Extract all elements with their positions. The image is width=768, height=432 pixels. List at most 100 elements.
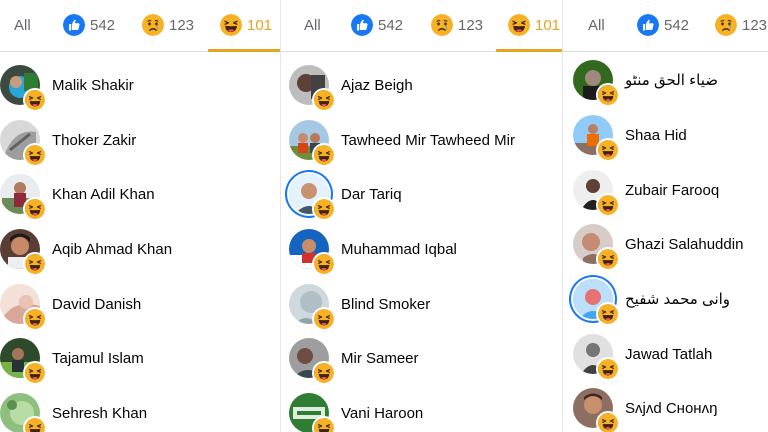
reactor-name[interactable]: Jawad Tatlah [625,346,712,363]
haha-reaction-icon [598,195,618,215]
reactor-row[interactable]: Ghazi Salahuddin [563,217,768,271]
sad-reaction-icon [431,14,453,36]
reactor-row[interactable]: Muhammad Iqbal [281,222,562,276]
reactions-panel-1: All 542 123 101 Malik Shakir Thoker Zaki… [0,0,280,432]
active-tab-indicator [208,49,280,52]
haha-reaction-icon [25,418,45,432]
haha-reaction-icon [25,363,45,383]
haha-reaction-icon [314,309,334,329]
haha-reaction-icon [598,140,618,160]
tab-haha[interactable]: 101 [496,0,562,52]
reactor-name[interactable]: Ajaz Beigh [341,77,413,94]
reactor-name[interactable]: Khan Adil Khan [52,186,155,203]
reactions-panel-3: All 542 123 ضیاء الحق منٹو Shaa Hid Zuba… [562,0,768,432]
reactor-name[interactable]: Vani Haroon [341,405,423,422]
reactor-name[interactable]: David Danish [52,296,141,313]
haha-reaction-icon [25,309,45,329]
tab-all-label: All [588,16,605,34]
reactor-row[interactable]: Thoker Zakir [0,113,280,167]
tab-sad-count: 123 [169,16,195,34]
haha-reaction-icon [314,363,334,383]
reactor-row[interactable]: Zubair Farooq [563,163,768,217]
reactor-row[interactable]: Blind Smoker [281,277,562,331]
reactor-name[interactable]: Sehresh Khan [52,405,147,422]
reactor-name[interactable]: Aqib Ahmad Khan [52,241,172,258]
haha-reaction-icon [220,14,242,36]
haha-reaction-icon [25,90,45,110]
tab-haha-count: 101 [535,16,561,34]
tab-like-count: 542 [378,16,404,34]
reactor-row[interactable]: Vani Haroon [281,386,562,432]
reactor-row[interactable]: Mir Sameer [281,331,562,385]
tab-like-count: 542 [664,16,690,34]
reactor-name[interactable]: Shaa Hid [625,127,687,144]
reactor-row[interactable]: Tajamul Islam [0,331,280,385]
haha-reaction-icon [25,145,45,165]
sad-reaction-icon [142,14,164,36]
reactor-row[interactable]: Dar Tariq [281,167,562,221]
haha-reaction-icon [598,359,618,379]
tab-sad[interactable]: 123 [142,0,194,50]
haha-reaction-icon [508,14,530,36]
tab-like-count: 542 [90,16,116,34]
haha-reaction-icon [25,199,45,219]
tab-all-label: All [304,16,321,34]
like-reaction-icon [351,14,373,36]
tab-like[interactable]: 542 [63,0,115,50]
haha-reaction-icon [598,304,618,324]
sad-reaction-icon [715,14,737,36]
reaction-tabs: All 542 123 [563,0,768,52]
reactor-name[interactable]: وانی محمد شفیح [625,290,730,308]
haha-reaction-icon [314,199,334,219]
like-reaction-icon [63,14,85,36]
reactor-name[interactable]: Zubair Farooq [625,182,719,199]
reactor-name[interactable]: Sʌjʌd Cнoнʌŋ [625,400,717,417]
reactor-row[interactable]: Sʌjʌd Cнoнʌŋ [563,381,768,432]
haha-reaction-icon [314,90,334,110]
reactor-name[interactable]: Tawheed Mir Tawheed Mir [341,132,515,149]
reactor-name[interactable]: ضیاء الحق منٹو [625,71,718,89]
reactor-name[interactable]: Muhammad Iqbal [341,241,457,258]
tab-sad-count: 123 [458,16,484,34]
reaction-tabs: All 542 123 101 [281,0,562,52]
tab-sad[interactable]: 123 [715,0,767,50]
reactor-name[interactable]: Thoker Zakir [52,132,136,149]
reactor-name[interactable]: Tajamul Islam [52,350,144,367]
reactor-row[interactable]: Aqib Ahmad Khan [0,222,280,276]
reaction-tabs: All 542 123 101 [0,0,280,52]
tab-all[interactable]: All [304,0,321,50]
reactor-row[interactable]: Malik Shakir [0,58,280,112]
haha-reaction-icon [314,254,334,274]
reactor-name[interactable]: Blind Smoker [341,296,430,313]
tab-haha-count: 101 [247,16,273,34]
reactor-name[interactable]: Ghazi Salahuddin [625,236,743,253]
reactor-row[interactable]: Ajaz Beigh [281,58,562,112]
tab-all[interactable]: All [588,0,605,50]
reactor-row[interactable]: Sehresh Khan [0,386,280,432]
active-tab-indicator [496,49,562,52]
reactor-row[interactable]: Khan Adil Khan [0,167,280,221]
haha-reaction-icon [314,145,334,165]
haha-reaction-icon [598,249,618,269]
reactor-row[interactable]: وانی محمد شفیح [563,272,768,326]
reactor-row[interactable]: Shaa Hid [563,108,768,162]
haha-reaction-icon [314,418,334,432]
reactor-name[interactable]: Dar Tariq [341,186,402,203]
tab-like[interactable]: 542 [637,0,689,50]
tab-all-label: All [14,16,31,34]
reactor-row[interactable]: David Danish [0,277,280,331]
reactor-name[interactable]: Mir Sameer [341,350,419,367]
reactor-name[interactable]: Malik Shakir [52,77,134,94]
like-reaction-icon [637,14,659,36]
reactions-panel-2: All 542 123 101 Ajaz Beigh Tawheed Mir T… [280,0,562,432]
reactor-row[interactable]: ضیاء الحق منٹو [563,53,768,107]
haha-reaction-icon [598,413,618,432]
tab-all[interactable]: All [14,0,31,50]
haha-reaction-icon [25,254,45,274]
reactor-row[interactable]: Tawheed Mir Tawheed Mir [281,113,562,167]
reactor-row[interactable]: Jawad Tatlah [563,327,768,381]
tab-like[interactable]: 542 [351,0,403,50]
haha-reaction-icon [598,85,618,105]
tab-sad[interactable]: 123 [431,0,483,50]
tab-haha[interactable]: 101 [208,0,280,52]
